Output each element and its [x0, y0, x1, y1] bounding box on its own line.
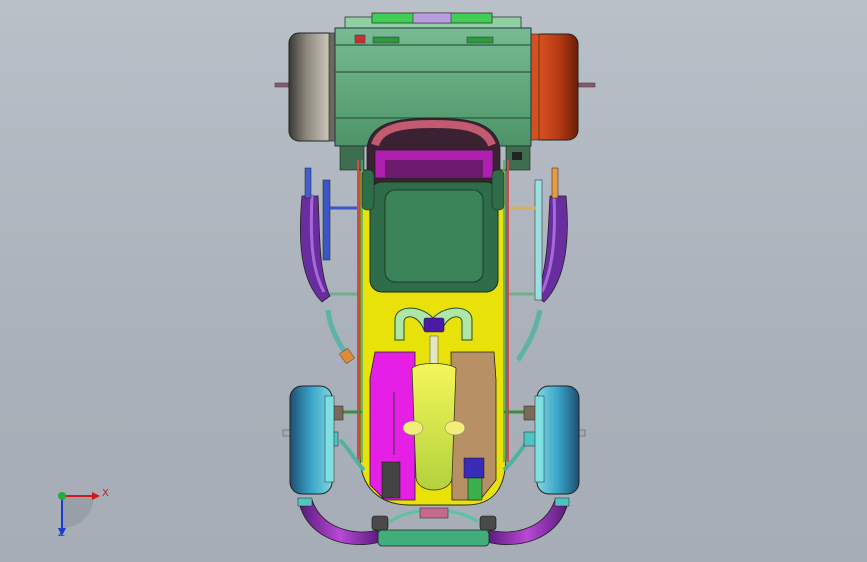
right-sidepod[interactable]	[508, 167, 568, 362]
axis-triad: X Z	[44, 478, 114, 548]
cad-viewport[interactable]: X Z	[0, 0, 867, 562]
z-axis-label: Z	[58, 528, 65, 539]
go-kart-model[interactable]	[0, 0, 867, 562]
front-right-wheel[interactable]	[534, 385, 586, 495]
front-left-wheel[interactable]	[282, 385, 335, 495]
left-sidepod[interactable]	[299, 167, 358, 365]
rear-left-wheel[interactable]	[288, 32, 339, 142]
rear-right-wheel[interactable]	[530, 33, 579, 141]
x-axis-label: X	[102, 488, 109, 499]
seat[interactable]	[361, 117, 505, 293]
